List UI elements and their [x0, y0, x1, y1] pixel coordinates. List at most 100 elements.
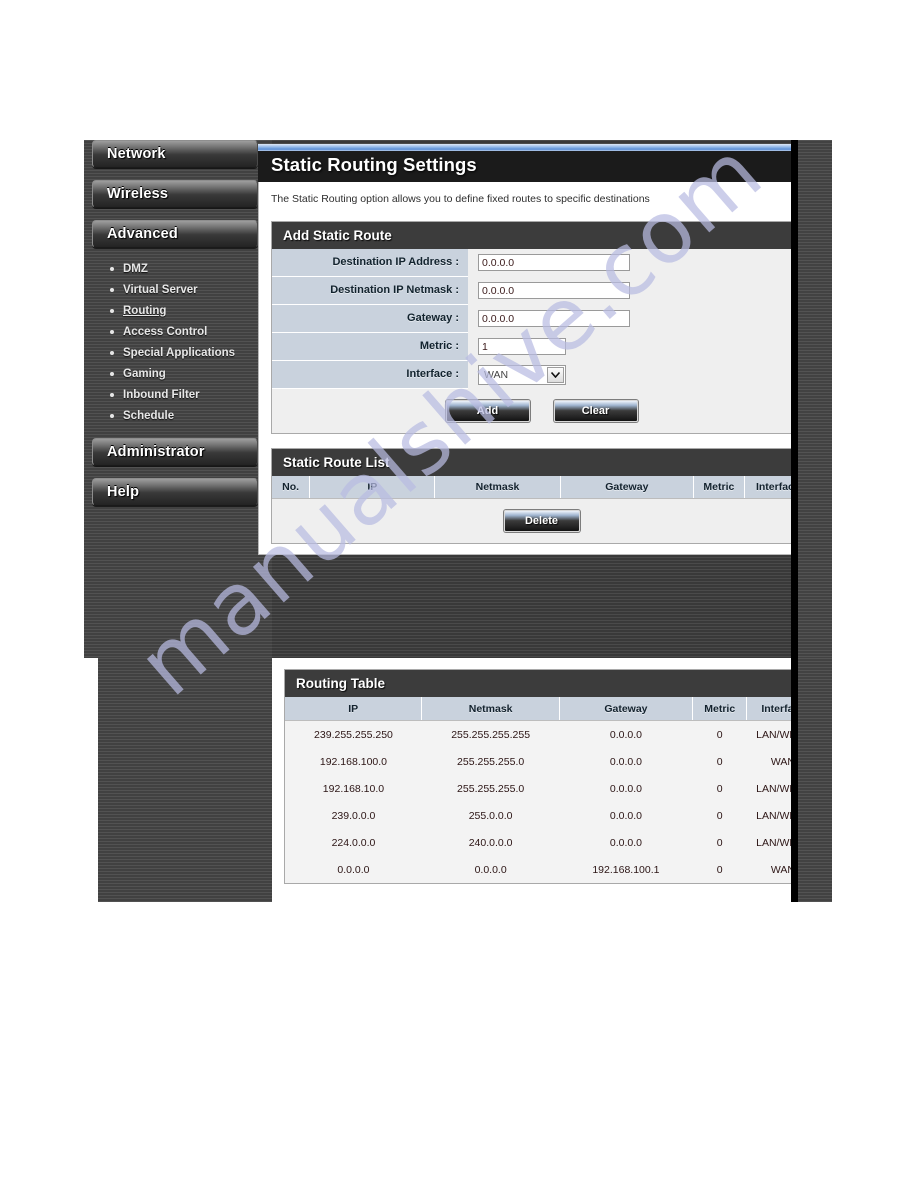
sidebar-button-label: Wireless [107, 186, 169, 202]
cell-gateway: 0.0.0.0 [559, 775, 693, 802]
clear-button[interactable]: Clear [553, 399, 638, 422]
add-static-route-title: Add Static Route [272, 221, 811, 249]
sidebar-navigation: Network Wireless Advanced DMZ Virtual Se… [84, 140, 272, 658]
form-actions: Add Clear [272, 388, 811, 433]
rail-texture [798, 658, 832, 902]
static-route-list-table: No. IP Netmask Gateway Metric Interface [272, 475, 811, 499]
column-header-netmask: Netmask [434, 475, 561, 499]
static-route-list-card: Static Route List No. IP Netmask Gateway… [271, 447, 812, 544]
routing-table-card: Routing Table IP Netmask Gateway Metric … [284, 669, 820, 884]
table-row: 239.255.255.250 255.255.255.255 0.0.0.0 0 LA… [285, 720, 819, 748]
sidebar-texture [98, 658, 272, 902]
sidebar-item-label: Special Applications [123, 346, 236, 359]
bullet-icon [110, 329, 114, 334]
cell-ip: 0.0.0.0 [285, 856, 422, 883]
sidebar-button-administrator[interactable]: Administrator [92, 438, 258, 466]
delete-button[interactable]: Delete [503, 509, 580, 532]
column-header-metric: Metric [693, 475, 745, 499]
cell-metric: 0 [692, 775, 747, 802]
bullet-icon [110, 287, 114, 292]
sidebar-item-access-control[interactable]: Access Control [110, 321, 272, 342]
panel-right-edge [791, 658, 798, 902]
add-static-route-card: Add Static Route Destination IP Address … [271, 220, 812, 434]
cell-gateway: 0.0.0.0 [559, 802, 693, 829]
sidebar-item-inbound-filter[interactable]: Inbound Filter [110, 384, 272, 405]
add-static-route-form: Destination IP Address : Destination IP … [272, 248, 811, 433]
main-content-bottom: Routing Table IP Netmask Gateway Metric … [272, 658, 832, 902]
title-accent-strip [258, 144, 825, 151]
routing-table-title: Routing Table [285, 670, 819, 697]
cell-gateway: 0.0.0.0 [559, 829, 693, 856]
cell-netmask: 255.255.255.0 [421, 748, 560, 775]
table-row: 224.0.0.0 240.0.0.0 0.0.0.0 0 LAN/WLAN [285, 829, 819, 856]
column-header-metric: Metric [692, 697, 748, 721]
chevron-down-icon[interactable] [547, 366, 564, 383]
cell-ip: 192.168.100.0 [285, 748, 422, 775]
cell-netmask: 240.0.0.0 [421, 829, 560, 856]
bullet-icon [110, 308, 114, 313]
cell-netmask: 0.0.0.0 [421, 856, 560, 883]
sidebar-item-routing[interactable]: Routing [110, 300, 272, 321]
metric-label: Metric : [272, 332, 468, 361]
interface-select[interactable]: WAN [478, 364, 566, 385]
bullet-icon [110, 350, 114, 355]
destination-netmask-label: Destination IP Netmask : [272, 276, 468, 305]
cell-metric: 0 [692, 856, 747, 883]
bullet-icon [110, 371, 114, 376]
bullet-icon [110, 266, 114, 271]
column-header-ip: IP [309, 475, 436, 499]
gateway-label: Gateway : [272, 304, 468, 333]
destination-ip-input[interactable] [478, 254, 630, 272]
table-row: 192.168.100.0 255.255.255.0 0.0.0.0 0 WAN [285, 748, 819, 775]
destination-netmask-input[interactable] [478, 282, 630, 300]
form-row-destination-ip: Destination IP Address : [272, 248, 811, 277]
sidebar-button-wireless[interactable]: Wireless [92, 180, 258, 208]
sidebar-button-advanced[interactable]: Advanced [92, 220, 258, 248]
panel-right-edge [791, 140, 798, 658]
sidebar-button-network[interactable]: Network [92, 140, 258, 168]
table-header-row: No. IP Netmask Gateway Metric Interface [272, 475, 811, 499]
cell-metric: 0 [692, 829, 747, 856]
sidebar-item-schedule[interactable]: Schedule [110, 405, 272, 426]
sidebar-button-label: Administrator [107, 444, 205, 460]
sidebar-item-virtual-server[interactable]: Virtual Server [110, 279, 272, 300]
page-title: Static Routing Settings [271, 154, 477, 175]
page-title-bar: Static Routing Settings [258, 144, 825, 182]
sidebar-item-special-applications[interactable]: Special Applications [110, 342, 272, 363]
cell-metric: 0 [692, 802, 747, 829]
sidebar-button-label: Advanced [107, 226, 178, 242]
column-header-no: No. [272, 475, 311, 499]
sidebar-item-label: Routing [123, 304, 167, 317]
sidebar-item-gaming[interactable]: Gaming [110, 363, 272, 384]
cell-ip: 224.0.0.0 [285, 829, 422, 856]
form-row-interface: Interface : WAN [272, 360, 811, 389]
add-button[interactable]: Add [445, 399, 530, 422]
destination-ip-label: Destination IP Address : [272, 248, 468, 277]
column-header-ip: IP [285, 697, 423, 721]
form-row-gateway: Gateway : [272, 304, 811, 333]
table-header-row: IP Netmask Gateway Metric Interface [285, 697, 819, 721]
sidebar-item-label: Schedule [123, 409, 175, 422]
gateway-input[interactable] [478, 310, 630, 328]
panel-right-rail [798, 658, 832, 902]
sidebar-button-help[interactable]: Help [92, 478, 258, 506]
bullet-icon [110, 392, 114, 397]
sidebar-item-dmz[interactable]: DMZ [110, 258, 272, 279]
metric-input[interactable] [478, 338, 566, 356]
rail-texture [798, 140, 832, 658]
cell-ip: 239.255.255.250 [285, 720, 422, 748]
cell-netmask: 255.0.0.0 [421, 802, 560, 829]
sidebar-item-label: DMZ [123, 262, 148, 275]
destination-ip-field-wrap [468, 248, 811, 277]
static-route-list-body: No. IP Netmask Gateway Metric Interface … [272, 475, 811, 543]
cell-netmask: 255.255.255.255 [421, 720, 560, 748]
table-row: 239.0.0.0 255.0.0.0 0.0.0.0 0 LAN/WLAN [285, 802, 819, 829]
sidebar-item-label: Gaming [123, 367, 166, 380]
cell-ip: 192.168.10.0 [285, 775, 422, 802]
router-admin-screenshot-bottom: Routing Table IP Netmask Gateway Metric … [98, 658, 832, 902]
page-description: The Static Routing option allows you to … [271, 193, 650, 205]
cell-netmask: 255.255.255.0 [421, 775, 560, 802]
table-row: 0.0.0.0 0.0.0.0 192.168.100.1 0 WAN [285, 856, 819, 883]
